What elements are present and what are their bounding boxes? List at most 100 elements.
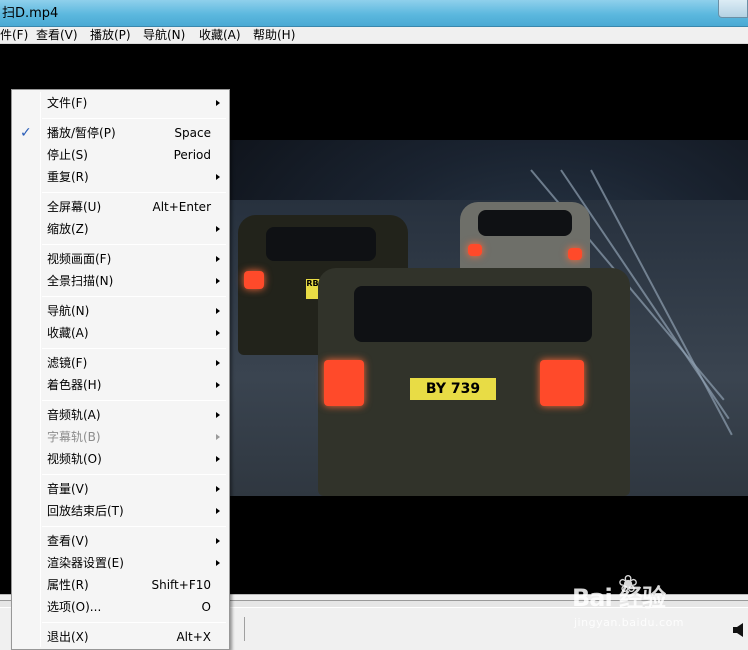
menu-separator — [42, 526, 226, 527]
menu-separator — [42, 118, 226, 119]
menu-item-subtitle-track: 字幕轨(B) — [14, 426, 227, 448]
menu-item-label: 选项(O)... — [47, 600, 102, 614]
check-icon: ✓ — [20, 125, 32, 141]
video-car-window — [354, 286, 592, 342]
video-car-plate: BY 739 — [410, 378, 496, 400]
menubar-item-play[interactable]: 播放(P) — [90, 27, 131, 44]
menu-item-label: 属性(R) — [47, 578, 89, 592]
menu-item-label: 导航(N) — [47, 304, 90, 318]
menu-item-label: 全屏幕(U) — [47, 200, 102, 214]
menu-item-options[interactable]: 选项(O)... O — [14, 596, 227, 618]
menu-item-repeat[interactable]: 重复(R) — [14, 166, 227, 188]
menu-item-label: 缩放(Z) — [47, 222, 89, 236]
submenu-arrow-icon — [216, 226, 220, 232]
video-car-taillight — [324, 360, 364, 406]
menu-item-shortcut: Space — [174, 126, 211, 140]
menu-item-label: 播放/暂停(P) — [47, 126, 116, 140]
video-car-window — [478, 210, 572, 236]
submenu-arrow-icon — [216, 308, 220, 314]
menu-item-stop[interactable]: 停止(S) Period — [14, 144, 227, 166]
menu-item-properties[interactable]: 属性(R) Shift+F10 — [14, 574, 227, 596]
menu-item-label: 着色器(H) — [47, 378, 102, 392]
menu-item-favorites[interactable]: 收藏(A) — [14, 322, 227, 344]
submenu-arrow-icon — [216, 538, 220, 544]
submenu-arrow-icon — [216, 256, 220, 262]
menu-item-label: 退出(X) — [47, 630, 89, 644]
menu-separator — [42, 622, 226, 623]
menu-item-shortcut: Shift+F10 — [151, 578, 211, 592]
menu-item-label: 重复(R) — [47, 170, 89, 184]
menu-separator — [42, 474, 226, 475]
menu-item-label: 滤镜(F) — [47, 356, 88, 370]
menu-item-label: 字幕轨(B) — [47, 430, 101, 444]
volume-icon[interactable] — [733, 623, 745, 637]
menu-item-label: 文件(F) — [47, 96, 88, 110]
submenu-arrow-icon — [216, 434, 220, 440]
submenu-arrow-icon — [216, 560, 220, 566]
menu-bar: 件(F) 查看(V) 播放(P) 导航(N) 收藏(A) 帮助(H) — [0, 27, 748, 44]
menu-separator — [42, 192, 226, 193]
video-car-taillight — [244, 271, 264, 289]
menu-item-video-track[interactable]: 视频轨(O) — [14, 448, 227, 470]
menu-item-label: 音频轨(A) — [47, 408, 101, 422]
submenu-arrow-icon — [216, 412, 220, 418]
menu-item-label: 视频轨(O) — [47, 452, 102, 466]
submenu-arrow-icon — [216, 360, 220, 366]
submenu-arrow-icon — [216, 330, 220, 336]
menu-item-audio-track[interactable]: 音频轨(A) — [14, 404, 227, 426]
menu-item-volume[interactable]: 音量(V) — [14, 478, 227, 500]
menu-item-shortcut: O — [201, 600, 211, 614]
video-car-taillight — [468, 244, 482, 256]
menu-item-renderer-settings[interactable]: 渲染器设置(E) — [14, 552, 227, 574]
menu-item-shortcut: Alt+X — [176, 630, 211, 644]
submenu-arrow-icon — [216, 174, 220, 180]
menu-item-after-playback[interactable]: 回放结束后(T) — [14, 500, 227, 522]
menu-separator — [42, 296, 226, 297]
menubar-item-file[interactable]: 件(F) — [0, 27, 28, 44]
paw-icon: ❀ — [618, 570, 639, 598]
menu-item-navigate[interactable]: 导航(N) — [14, 300, 227, 322]
menu-item-play-pause[interactable]: ✓ 播放/暂停(P) Space — [14, 122, 227, 144]
menubar-item-favorites[interactable]: 收藏(A) — [199, 27, 241, 44]
menu-item-video-frame[interactable]: 视频画面(F) — [14, 248, 227, 270]
menu-item-label: 视频画面(F) — [47, 252, 112, 266]
video-car-window — [266, 227, 376, 261]
watermark-url: jingyan.baidu.com — [574, 616, 685, 629]
menu-item-shortcut: Alt+Enter — [152, 200, 211, 214]
menubar-item-navigate[interactable]: 导航(N) — [143, 27, 185, 44]
menu-item-file[interactable]: 文件(F) — [14, 92, 227, 114]
menu-item-zoom[interactable]: 缩放(Z) — [14, 218, 227, 240]
menubar-item-view[interactable]: 查看(V) — [36, 27, 78, 44]
submenu-arrow-icon — [216, 278, 220, 284]
menu-item-label: 查看(V) — [47, 534, 89, 548]
menu-item-label: 停止(S) — [47, 148, 88, 162]
video-car-taillight — [568, 248, 582, 260]
menu-separator — [42, 400, 226, 401]
submenu-arrow-icon — [216, 382, 220, 388]
menu-item-pan-scan[interactable]: 全景扫描(N) — [14, 270, 227, 292]
menubar-item-help[interactable]: 帮助(H) — [253, 27, 295, 44]
video-car-taillight — [540, 360, 584, 406]
context-menu: 文件(F) ✓ 播放/暂停(P) Space 停止(S) Period 重复(R… — [11, 89, 230, 650]
submenu-arrow-icon — [216, 508, 220, 514]
menu-item-label: 收藏(A) — [47, 326, 89, 340]
menu-item-filters[interactable]: 滤镜(F) — [14, 352, 227, 374]
video-frame: RB 6300 BY 739 — [230, 140, 748, 496]
title-bar: 扫D.mp4 — [0, 0, 748, 27]
menu-item-exit[interactable]: 退出(X) Alt+X — [14, 626, 227, 648]
menu-item-view[interactable]: 查看(V) — [14, 530, 227, 552]
watermark: Bai 经验 ❀ jingyan.baidu.com — [572, 570, 712, 636]
window-close-button[interactable] — [718, 0, 748, 18]
window-title: 扫D.mp4 — [2, 6, 59, 21]
menu-item-label: 音量(V) — [47, 482, 89, 496]
menu-item-fullscreen[interactable]: 全屏幕(U) Alt+Enter — [14, 196, 227, 218]
video-car-front: BY 739 — [318, 268, 630, 496]
menu-item-label: 全景扫描(N) — [47, 274, 114, 288]
menu-item-label: 回放结束后(T) — [47, 504, 124, 518]
menu-separator — [42, 244, 226, 245]
menu-item-shortcut: Period — [173, 148, 211, 162]
menu-item-label: 渲染器设置(E) — [47, 556, 124, 570]
menu-item-shaders[interactable]: 着色器(H) — [14, 374, 227, 396]
submenu-arrow-icon — [216, 456, 220, 462]
submenu-arrow-icon — [216, 100, 220, 106]
